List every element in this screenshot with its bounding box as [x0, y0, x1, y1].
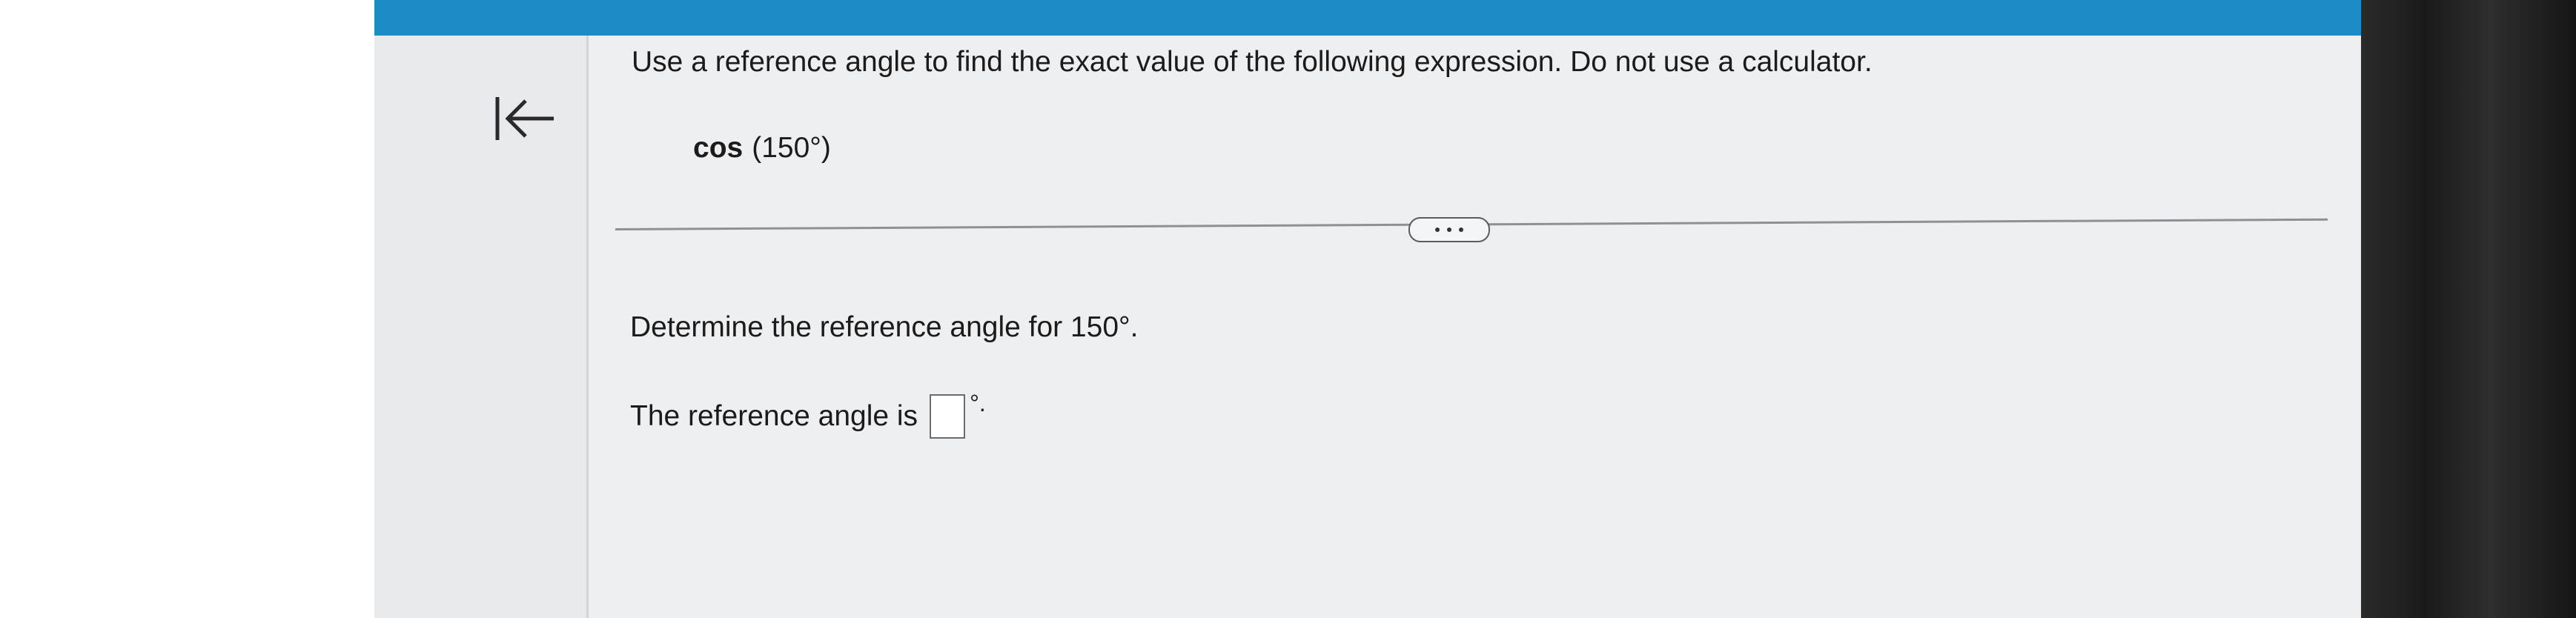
- expand-more-button[interactable]: [1408, 217, 1490, 242]
- expression-argument: (150°): [752, 132, 831, 164]
- answer-suffix: °.: [970, 389, 986, 416]
- ellipsis-icon: [1435, 227, 1440, 232]
- answer-prefix: The reference angle is: [630, 400, 918, 432]
- answer-row: The reference angle is °.: [630, 390, 986, 439]
- device-frame: [2361, 0, 2576, 618]
- expression-function: cos: [693, 132, 744, 164]
- expression: cos (150°): [693, 132, 831, 165]
- header-bar: [374, 0, 2376, 36]
- step-prompt: Determine the reference angle for 150°.: [630, 311, 1139, 343]
- question-instruction: Use a reference angle to find the exact …: [632, 46, 1873, 78]
- collapse-left-icon: [495, 97, 554, 140]
- answer-input[interactable]: [930, 394, 966, 439]
- collapse-button[interactable]: [489, 89, 560, 148]
